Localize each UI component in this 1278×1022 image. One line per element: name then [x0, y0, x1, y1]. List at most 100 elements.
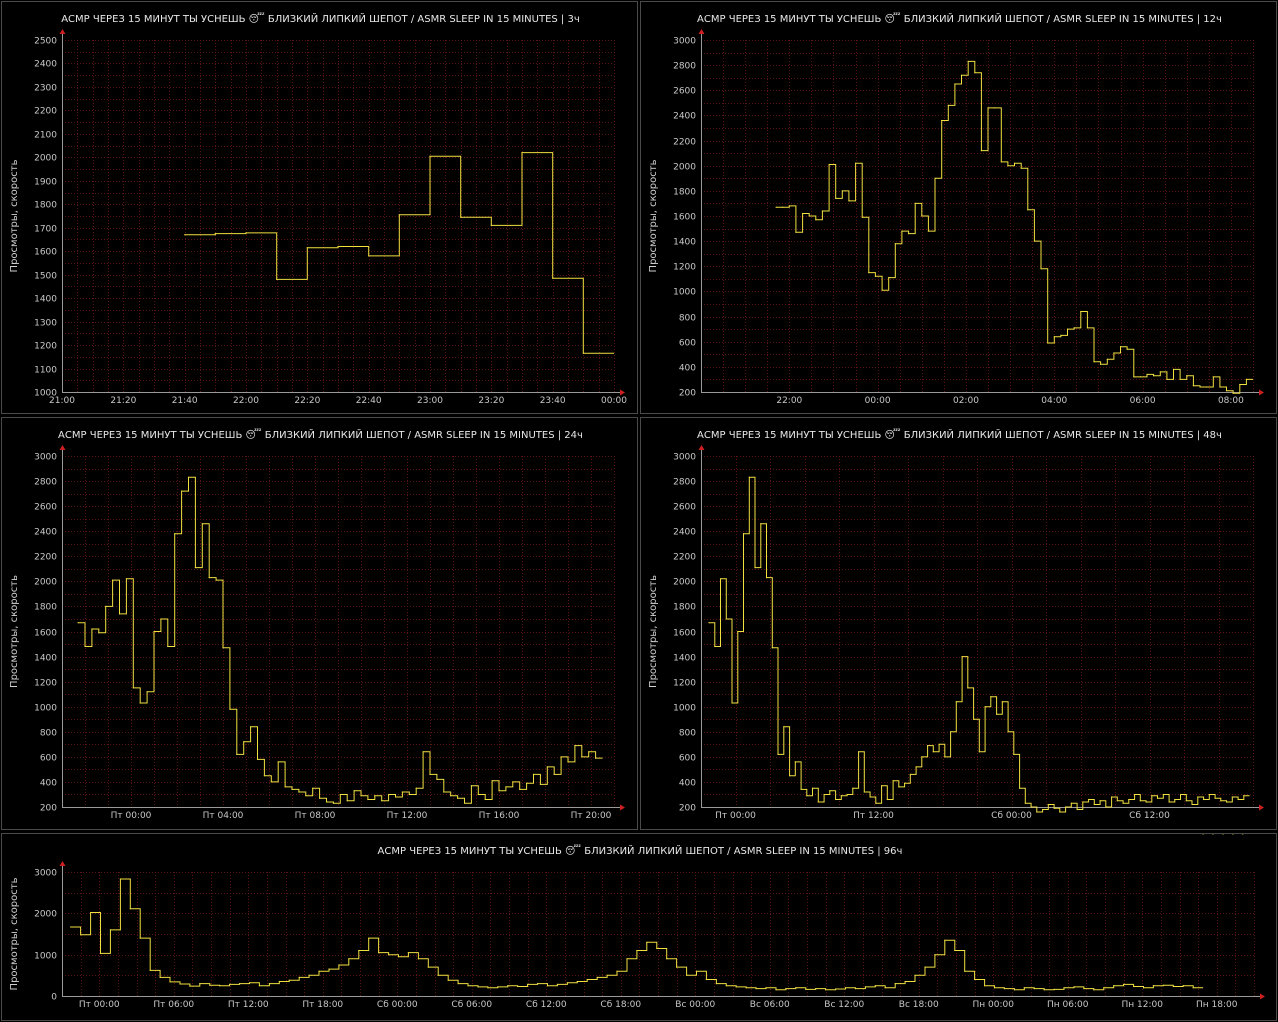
y-tick-label: 1300 [34, 319, 57, 329]
x-tick-label: 22:40 [356, 396, 382, 406]
data-point [815, 988, 817, 990]
x-tick-label: Пт 12:00 [853, 811, 894, 821]
data-point [505, 786, 507, 788]
data-point [1174, 798, 1176, 801]
data-point [1070, 802, 1072, 804]
data-point [927, 745, 929, 747]
series-line [709, 476, 1250, 813]
data-point [921, 756, 923, 758]
data-point [616, 970, 618, 972]
data-point [1019, 787, 1021, 789]
x-tick-label: Пт 16:00 [479, 811, 520, 821]
x-tick-label: 21:40 [172, 396, 198, 406]
data-point [1172, 985, 1174, 988]
y-tick-label: 1800 [34, 603, 57, 613]
data-point [1133, 985, 1135, 988]
data-point [1231, 796, 1233, 798]
x-axis-arrow-icon [620, 389, 625, 396]
data-point [1168, 801, 1170, 803]
y-tick-label: 600 [679, 754, 696, 764]
data-point [429, 155, 431, 157]
data-point [735, 986, 737, 988]
data-point [1182, 985, 1184, 987]
data-point [160, 618, 162, 620]
chart-svg-24h: АСМР ЧЕРЕЗ 15 МИНУТ ТЫ УСНЕШЬ 😴 БЛИЗКИЙ … [9, 428, 625, 821]
data-point [277, 761, 279, 763]
data-point [1123, 983, 1125, 985]
chart-panel-96h: АСМР ЧЕРЕЗ 15 МИНУТ ТЫ УСНЕШЬ 😴 БЛИЗКИЙ … [1, 833, 1277, 1021]
y-axis-label: Просмотры, скорость [648, 575, 659, 688]
data-point [498, 790, 500, 792]
data-point [961, 656, 963, 658]
x-tick-label: Сб 12:00 [526, 1000, 567, 1010]
data-point [1239, 383, 1241, 386]
data-point [401, 791, 403, 793]
data-point [960, 74, 963, 76]
data-point [1186, 375, 1188, 377]
data-point [1073, 986, 1075, 988]
y-tick-label: 2200 [34, 107, 57, 117]
data-point [586, 978, 588, 981]
data-point [305, 795, 307, 797]
data-point [1033, 988, 1035, 990]
data-point [1139, 800, 1141, 802]
x-tick-label: 21:20 [110, 396, 136, 406]
data-point [955, 701, 957, 703]
data-point [112, 579, 114, 581]
data-point [374, 795, 376, 797]
data-point [567, 761, 569, 763]
y-tick-label: 1200 [34, 342, 57, 352]
data-point [1059, 811, 1061, 813]
data-point [139, 937, 141, 939]
data-point [676, 966, 678, 968]
data-point [715, 983, 718, 985]
data-point [98, 632, 100, 634]
y-tick-label: 2400 [34, 528, 57, 538]
y-tick-label: 600 [679, 339, 696, 349]
data-point [222, 647, 224, 649]
data-point [187, 476, 190, 478]
x-tick-label: Вс 18:00 [899, 1000, 939, 1010]
data-point [840, 795, 842, 797]
data-point [1226, 801, 1228, 803]
data-point [337, 245, 339, 248]
data-point [934, 177, 936, 179]
data-point [1080, 310, 1082, 313]
chart-title: АСМР ЧЕРЕЗ 15 МИНУТ ТЫ УСНЕШЬ 😴 БЛИЗКИЙ … [378, 844, 903, 857]
data-point [1036, 811, 1038, 813]
data-point [1197, 796, 1199, 798]
data-point [944, 939, 946, 941]
data-point [1047, 803, 1049, 806]
data-point [1043, 989, 1045, 991]
y-tick-label: 3000 [673, 453, 696, 463]
data-point [263, 775, 265, 777]
data-point [1001, 701, 1003, 703]
data-point [934, 954, 936, 956]
data-point [765, 577, 768, 579]
data-point [189, 985, 191, 987]
data-point [215, 579, 217, 581]
data-point [783, 726, 785, 728]
data-point [1133, 376, 1135, 378]
data-point [556, 983, 559, 985]
data-point [368, 255, 370, 257]
data-point [932, 751, 934, 753]
y-tick-label: 2500 [34, 37, 57, 47]
data-point [1185, 800, 1187, 802]
y-tick-label: 2000 [673, 163, 696, 173]
data-point [248, 982, 251, 984]
data-point [898, 786, 900, 788]
y-tick-label: 1600 [34, 248, 57, 258]
data-point [894, 243, 896, 245]
data-point [950, 731, 952, 733]
chart-title: АСМР ЧЕРЕЗ 15 МИНУТ ТЫ УСНЕШЬ 😴 БЛИЗКИЙ … [697, 428, 1222, 441]
data-point [394, 796, 397, 798]
data-point [967, 60, 969, 63]
data-point [800, 788, 802, 790]
data-point [146, 691, 148, 693]
y-tick-label: 1100 [34, 366, 57, 376]
data-point [139, 702, 141, 704]
data-point [1073, 327, 1075, 329]
data-point [731, 702, 733, 704]
x-axis-arrow-icon [620, 804, 625, 811]
